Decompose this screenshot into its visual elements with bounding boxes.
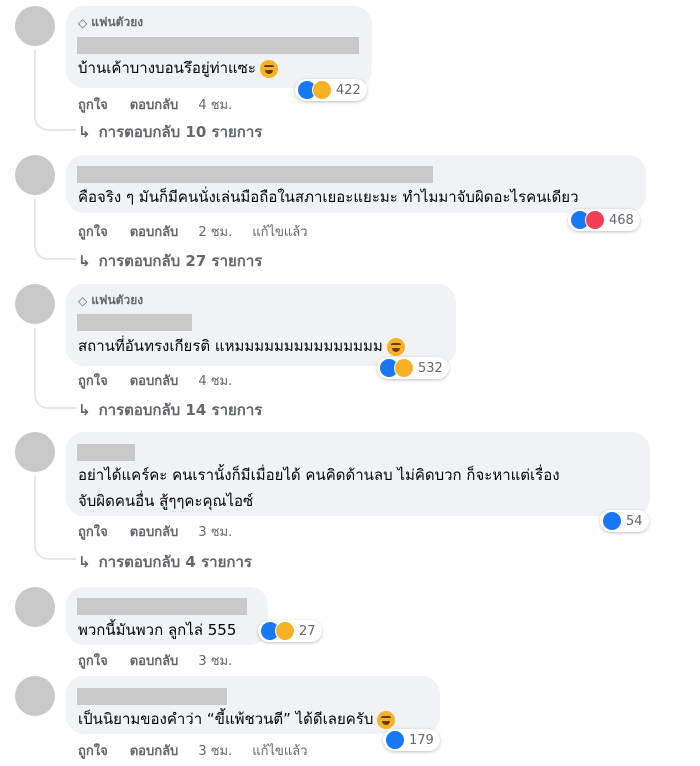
like-icon (385, 730, 405, 750)
like-button[interactable]: ถูกใจ (78, 740, 108, 761)
like-button[interactable]: ถูกใจ (78, 94, 108, 115)
edited-label: แก้ไขแล้ว (252, 225, 308, 240)
diamond-icon: ◇ (78, 293, 88, 308)
emoji-icon (386, 337, 405, 356)
view-replies-link[interactable]: ↳ การตอบกลับ 14 รายการ (78, 398, 262, 422)
avatar[interactable] (15, 432, 55, 472)
comment-actions: ถูกใจ ตอบกลับ 3 ชม. แก้ไขแล้ว (78, 740, 308, 761)
comment-actions: ถูกใจ ตอบกลับ 2 ชม. แก้ไขแล้ว (78, 221, 308, 242)
comment-actions: ถูกใจ ตอบกลับ 3 ชม. (78, 650, 232, 671)
comment-text: คือจริง ๆ มันก็มีคนนั่งเล่นมือถือในสภาเย… (78, 188, 579, 206)
thread-line (34, 199, 76, 260)
haha-icon (275, 621, 295, 641)
like-button[interactable]: ถูกใจ (78, 370, 108, 391)
avatar[interactable] (15, 6, 55, 46)
commenter-name[interactable] (77, 37, 359, 54)
timestamp[interactable]: 4 ชม. (198, 370, 232, 391)
timestamp[interactable]: 3 ชม. (198, 650, 232, 671)
reply-button[interactable]: ตอบกลับ (130, 370, 179, 391)
reply-button[interactable]: ตอบกลับ (130, 740, 179, 761)
commenter-name[interactable] (77, 314, 192, 331)
reaction-summary[interactable]: 532 (377, 357, 449, 379)
emoji-icon (377, 710, 396, 729)
avatar[interactable] (15, 284, 55, 324)
reply-button[interactable]: ตอบกลับ (130, 94, 179, 115)
avatar[interactable] (15, 587, 55, 627)
like-button[interactable]: ถูกใจ (78, 521, 108, 542)
like-button[interactable]: ถูกใจ (78, 650, 108, 671)
comment-text: อย่าได้แคร์คะ คนเรานั้งก็มีเมื่อยได้ คนค… (78, 466, 560, 510)
comment-actions: ถูกใจ ตอบกลับ 4 ชม. (78, 94, 232, 115)
like-button[interactable]: ถูกใจ (78, 221, 108, 242)
timestamp[interactable]: 2 ชม. (198, 221, 232, 242)
timestamp[interactable]: 4 ชม. (198, 94, 232, 115)
fan-badge: ◇ แฟนตัวยง (78, 15, 144, 30)
diamond-icon: ◇ (78, 15, 88, 30)
timestamp[interactable]: 3 ชม. (198, 740, 232, 761)
comment-actions: ถูกใจ ตอบกลับ 3 ชม. (78, 521, 232, 542)
comment-text: พวกนี้มันพวก ลูกไล่ 555 (78, 621, 237, 639)
like-icon (602, 511, 622, 531)
commenter-name[interactable] (77, 688, 227, 705)
fan-badge: ◇ แฟนตัวยง (78, 293, 144, 308)
view-replies-link[interactable]: ↳ การตอบกลับ 10 รายการ (78, 120, 262, 144)
edited-label: แก้ไขแล้ว (252, 744, 308, 759)
commenter-name[interactable] (77, 166, 433, 183)
reaction-summary[interactable]: 54 (600, 510, 649, 532)
reply-arrow-icon: ↳ (78, 252, 91, 270)
reaction-summary[interactable]: 422 (295, 79, 367, 101)
reply-button[interactable]: ตอบกลับ (130, 221, 179, 242)
view-replies-link[interactable]: ↳ การตอบกลับ 4 รายการ (78, 550, 252, 574)
view-replies-link[interactable]: ↳ การตอบกลับ 27 รายการ (78, 249, 262, 273)
reaction-summary[interactable]: 179 (383, 729, 440, 751)
haha-icon (312, 80, 332, 100)
commenter-name[interactable] (77, 444, 135, 461)
timestamp[interactable]: 3 ชม. (198, 521, 232, 542)
avatar[interactable] (15, 155, 55, 195)
commenter-name[interactable] (77, 598, 247, 615)
haha-icon (394, 358, 414, 378)
love-icon (585, 210, 605, 230)
reply-button[interactable]: ตอบกลับ (130, 650, 179, 671)
reaction-summary[interactable]: 27 (258, 620, 322, 642)
avatar[interactable] (15, 676, 55, 716)
comment-text: เป็นนิยามของคำว่า “ขี้แพ้ชวนตี” ได้ดีเลย… (78, 706, 396, 732)
comment-text: สถานที่อันทรงเกียรติ แหมมมมมมมมมมมมมมม (78, 333, 405, 359)
reply-arrow-icon: ↳ (78, 123, 91, 141)
emoji-icon (259, 59, 278, 78)
reply-button[interactable]: ตอบกลับ (130, 521, 179, 542)
comment-text: บ้านเค้าบางบอนรึอยู่ท่าแซะ (78, 55, 278, 81)
reply-arrow-icon: ↳ (78, 401, 91, 419)
reaction-summary[interactable]: 468 (568, 209, 640, 231)
reply-arrow-icon: ↳ (78, 553, 91, 571)
comment-actions: ถูกใจ ตอบกลับ 4 ชม. (78, 370, 232, 391)
